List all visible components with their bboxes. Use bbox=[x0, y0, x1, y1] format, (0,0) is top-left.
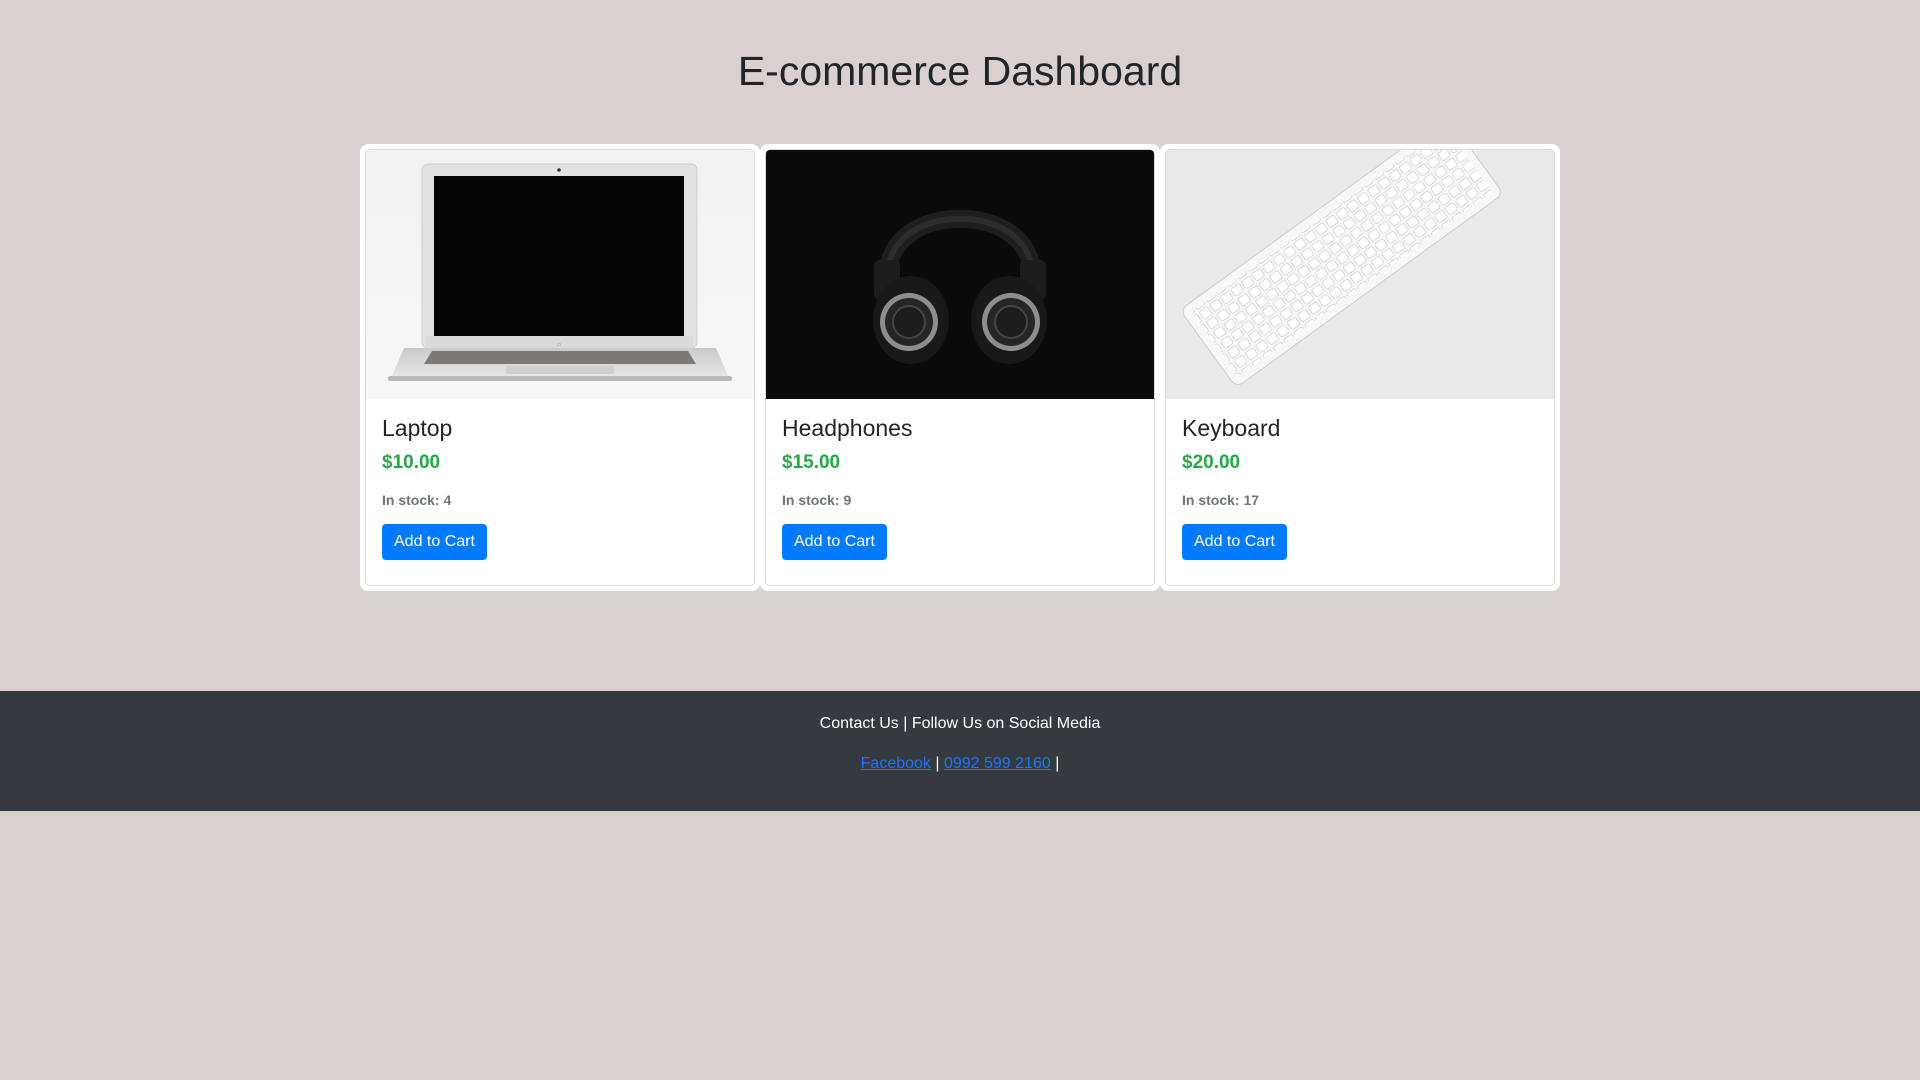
product-stock: In stock: 17 bbox=[1182, 492, 1260, 508]
headphones-image bbox=[766, 150, 1154, 399]
keyboard-image bbox=[1166, 150, 1554, 399]
product-price: $15.00 bbox=[782, 452, 841, 473]
footer-links: Facebook | 0992 599 2160 | bbox=[0, 753, 1920, 775]
product-price: $20.00 bbox=[1182, 452, 1241, 473]
laptop-image: ▭ bbox=[366, 150, 754, 399]
product-name: Keyboard bbox=[1182, 415, 1281, 441]
facebook-link[interactable]: Facebook bbox=[861, 755, 931, 772]
product-price: $10.00 bbox=[382, 452, 441, 473]
product-card-laptop: ▭ Laptop $10.00 In stock: 4 Add to Cart bbox=[360, 144, 760, 591]
add-to-cart-button[interactable]: Add to Cart bbox=[1182, 524, 1287, 560]
card-inner: Keyboard $20.00 In stock: 17 Add to Cart bbox=[1165, 149, 1555, 586]
footer-separator: | bbox=[1055, 755, 1060, 772]
product-name: Headphones bbox=[782, 415, 913, 441]
footer-separator: | bbox=[935, 755, 940, 772]
add-to-cart-button[interactable]: Add to Cart bbox=[782, 524, 887, 560]
product-card-headphones: Headphones $15.00 In stock: 9 Add to Car… bbox=[760, 144, 1160, 591]
product-stock: In stock: 9 bbox=[782, 492, 852, 508]
page-title: E-commerce Dashboard bbox=[737, 48, 1183, 94]
add-to-cart-button[interactable]: Add to Cart bbox=[382, 524, 487, 560]
footer: Contact Us | Follow Us on Social Media F… bbox=[0, 691, 1920, 811]
footer-contact-text: Contact Us | Follow Us on Social Media bbox=[819, 715, 1101, 732]
phone-link[interactable]: 0992 599 2160 bbox=[944, 755, 1051, 772]
product-card-keyboard: Keyboard $20.00 In stock: 17 Add to Cart bbox=[1160, 144, 1560, 591]
svg-text:▭: ▭ bbox=[557, 342, 562, 348]
card-inner: Headphones $15.00 In stock: 9 Add to Car… bbox=[765, 149, 1155, 586]
product-stock: In stock: 4 bbox=[382, 492, 452, 508]
card-inner: ▭ Laptop $10.00 In stock: 4 Add to Cart bbox=[365, 149, 755, 586]
product-name: Laptop bbox=[382, 415, 453, 441]
product-grid: ▭ Laptop $10.00 In stock: 4 Add to Cart bbox=[360, 144, 1560, 591]
